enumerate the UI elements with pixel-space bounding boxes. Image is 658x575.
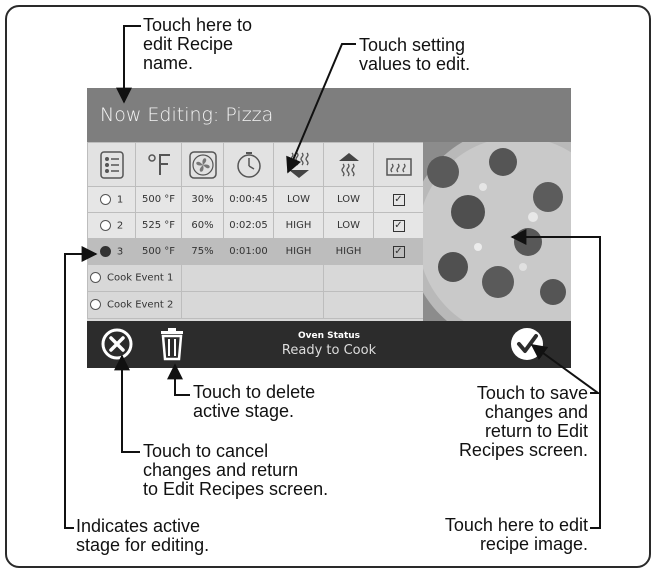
stage-number: 3 <box>116 246 124 258</box>
top-heat-icon <box>323 142 374 187</box>
stage-row-1[interactable]: 1 500 °F 30% 0:00:45 LOW LOW ✓ <box>87 186 424 213</box>
temperature-value[interactable]: 525 °F <box>135 212 182 239</box>
callout-active-stage: Indicates active stage for editing. <box>76 516 210 555</box>
time-value[interactable]: 0:02:05 <box>223 212 274 239</box>
fan-value[interactable]: 75% <box>181 238 224 265</box>
callout-recipe-name: Touch here to edit Recipe name. <box>143 15 253 73</box>
oven-touchscreen: Now Editing: Pizza 1 500 °F 30% 0:00:45 … <box>87 88 571 368</box>
bottom-heat-value[interactable]: HIGH <box>273 238 324 265</box>
stage-number: 1 <box>116 194 124 206</box>
recipe-image[interactable] <box>423 142 571 321</box>
stage-radio[interactable] <box>99 193 111 205</box>
callout-save-changes: Touch to save changes and return to Edit Re… <box>458 383 588 460</box>
fan-value[interactable]: 30% <box>181 186 224 213</box>
oven-status-text: Ready to Cook <box>281 343 377 358</box>
event-radio[interactable] <box>90 272 101 284</box>
active-stage-radio[interactable] <box>99 245 111 257</box>
callout-recipe-image: Touch here to edit recipe image. <box>444 515 588 554</box>
element-checkbox[interactable]: ✓ <box>392 193 405 206</box>
bottom-heat-icon <box>273 142 324 187</box>
time-value[interactable]: 0:00:45 <box>223 186 274 213</box>
stage-row-2[interactable]: 2 525 °F 60% 0:02:05 HIGH LOW ✓ <box>87 212 424 239</box>
bottom-heat-value[interactable]: HIGH <box>273 212 324 239</box>
element-checkbox[interactable]: ✓ <box>392 219 405 232</box>
fan-icon <box>181 142 224 187</box>
temperature-value[interactable]: 500 °F <box>135 186 182 213</box>
fan-value[interactable]: 60% <box>181 212 224 239</box>
element-checkbox[interactable]: ✓ <box>392 245 405 258</box>
bottom-heat-value[interactable]: LOW <box>273 186 324 213</box>
save-checkmark-icon[interactable] <box>510 327 544 361</box>
stage-radio[interactable] <box>99 219 111 231</box>
fahrenheit-icon <box>135 142 182 187</box>
cook-event-row-1[interactable]: Cook Event 1 <box>87 264 424 292</box>
top-heat-value[interactable]: HIGH <box>323 238 374 265</box>
top-heat-value[interactable]: LOW <box>323 212 374 239</box>
recipe-name-header[interactable]: Now Editing: Pizza <box>87 88 571 142</box>
callout-setting-values: Touch setting values to edit. <box>359 35 471 74</box>
list-icon <box>87 142 136 187</box>
callout-cancel-changes: Touch to cancel changes and return to Edit… <box>143 441 329 499</box>
timer-icon <box>223 142 274 187</box>
status-bar: Oven Status Ready to Cook <box>87 321 571 368</box>
stage-number: 2 <box>116 220 124 232</box>
cook-event-label: Cook Event 2 <box>107 299 174 311</box>
time-value[interactable]: 0:01:00 <box>223 238 274 265</box>
cook-event-label: Cook Event 1 <box>107 272 174 284</box>
oven-status-title: Oven Status <box>297 331 361 341</box>
cook-event-row-2[interactable]: Cook Event 2 <box>87 291 424 319</box>
top-heat-value[interactable]: LOW <box>323 186 374 213</box>
event-radio[interactable] <box>90 299 101 311</box>
column-header-row <box>87 142 424 187</box>
cook-stage-grid: 1 500 °F 30% 0:00:45 LOW LOW ✓ 2 525 °F … <box>87 142 424 321</box>
heater-element-icon <box>373 142 424 187</box>
callout-delete-stage: Touch to delete active stage. <box>193 382 316 421</box>
stage-row-3-active[interactable]: 3 500 °F 75% 0:01:00 HIGH HIGH ✓ <box>87 238 424 265</box>
temperature-value[interactable]: 500 °F <box>135 238 182 265</box>
